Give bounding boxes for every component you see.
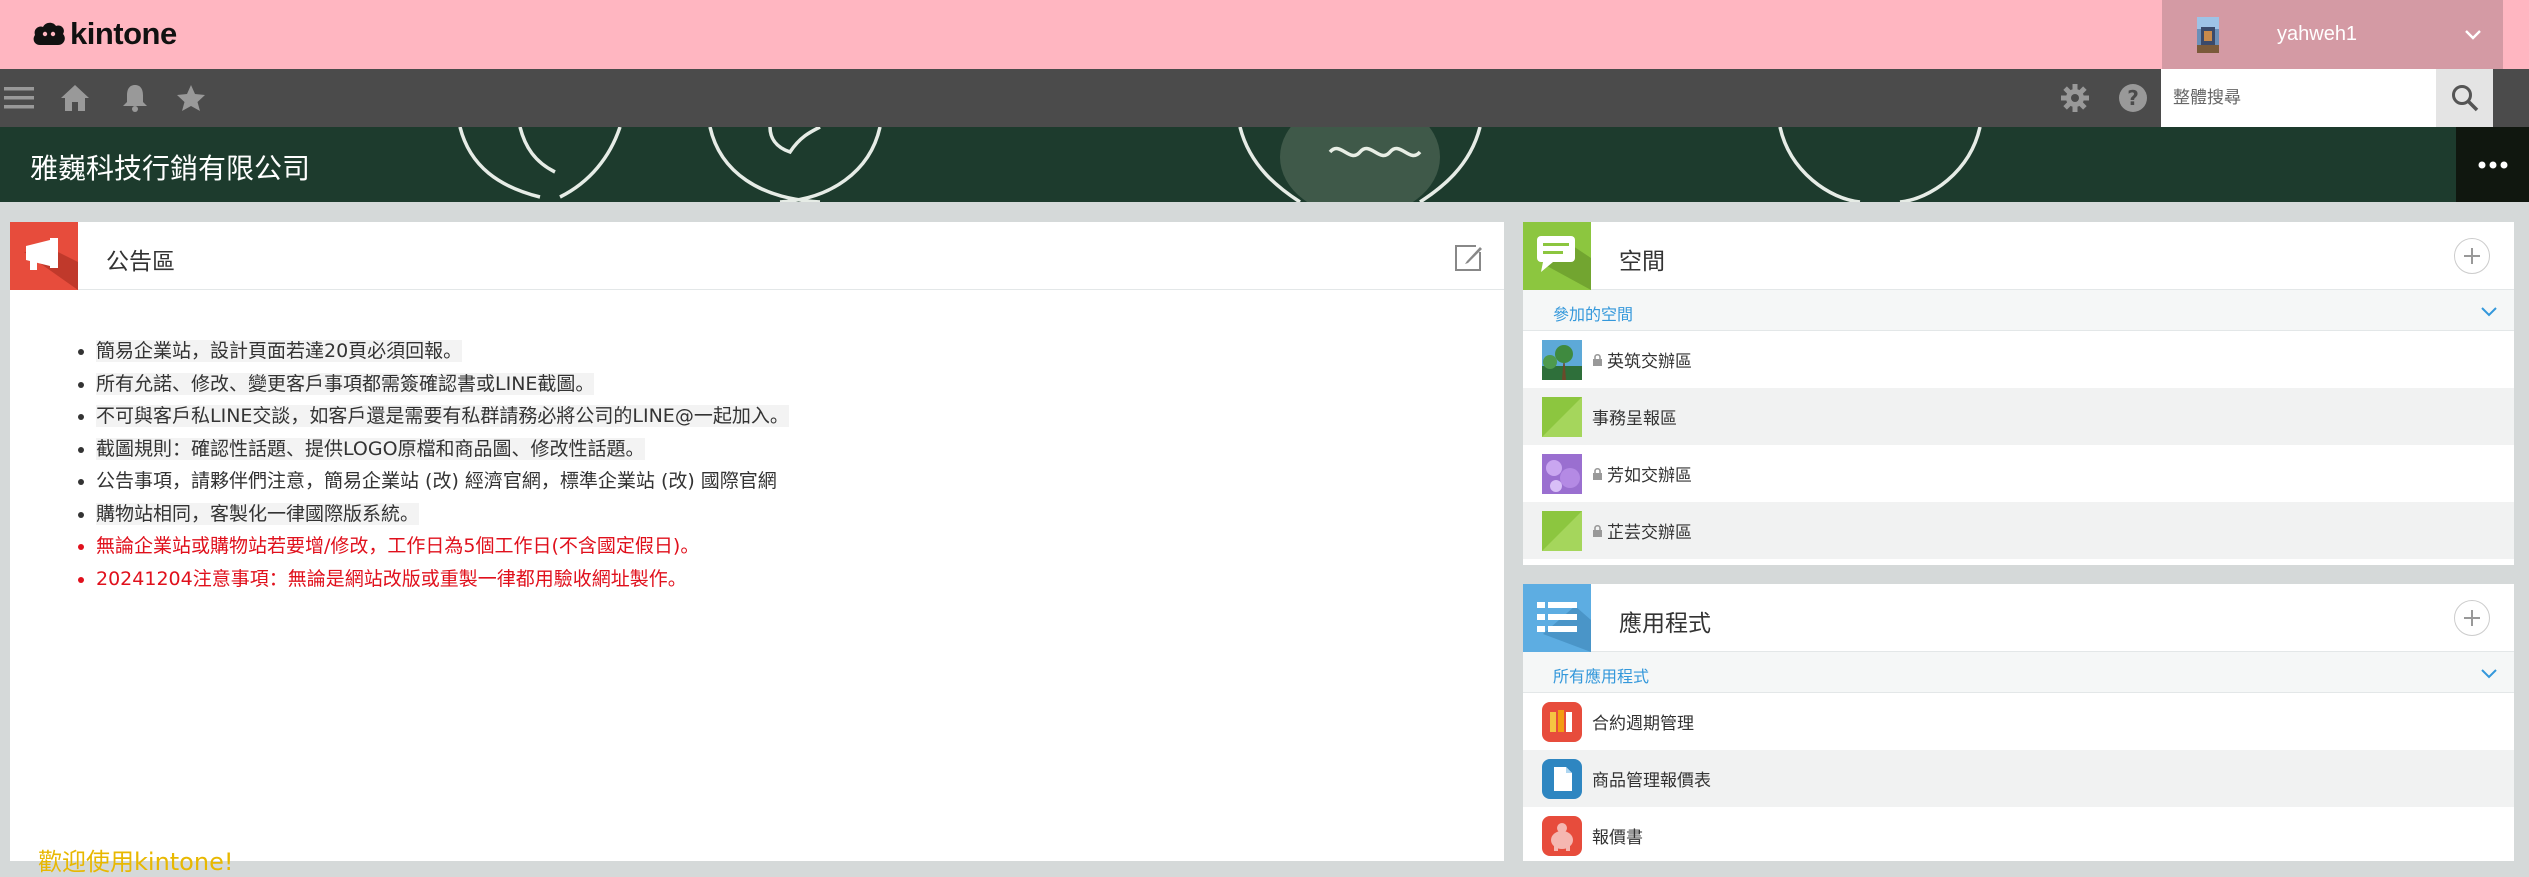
megaphone-icon <box>10 222 78 290</box>
apps-header: 應用程式 <box>1523 584 2514 652</box>
binders-icon <box>1542 701 1582 742</box>
kintone-logo[interactable]: kintone <box>32 16 177 51</box>
app-item-label: 報價書 <box>1592 828 1643 848</box>
list-item: 無論企業站或購物站若要增/修改，工作日為5個工作日(不含國定假日)。 <box>96 530 789 563</box>
announcement-panel: 公告區 簡易企業站，設計頁面若達20頁必須回報。 所有允諾、修改、變更客戶事項都… <box>10 222 1504 876</box>
announcement-header: 公告區 <box>10 222 1504 290</box>
space-thumbnail <box>1542 453 1582 494</box>
search-button[interactable] <box>2436 69 2493 127</box>
apps-filter-label: 所有應用程式 <box>1553 667 1650 686</box>
app-item-contract[interactable]: 合約週期管理 <box>1523 693 2514 750</box>
user-menu[interactable]: yahweh1 <box>2162 0 2503 69</box>
speech-bubble-icon <box>1523 222 1591 290</box>
svg-text:?: ? <box>2127 86 2139 110</box>
search-icon <box>2451 85 2478 112</box>
list-item: 購物站相同，客製化一律國際版系統。 <box>96 498 789 531</box>
lock-icon <box>1593 467 1602 480</box>
more-icon <box>2478 161 2507 168</box>
hamburger-icon[interactable] <box>4 83 34 113</box>
space-item-fangru[interactable]: 芳如交辦區 <box>1523 445 2514 502</box>
welcome-heading: 歡迎使用kintone! <box>38 848 234 876</box>
chevron-down-icon[interactable] <box>2480 302 2498 320</box>
app-item-quotation[interactable]: 報價書 <box>1523 807 2514 864</box>
user-name: yahweh1 <box>2277 23 2358 45</box>
edit-icon[interactable] <box>1454 242 1484 272</box>
avatar[interactable] <box>2197 16 2219 53</box>
list-item: 不可與客戶私LINE交談，如客戶還是需要有私群請務必將公司的LINE@一起加入。 <box>96 400 789 433</box>
announcement-list: 簡易企業站，設計頁面若達20頁必須回報。 所有允諾、修改、變更客戶事項都需簽確認… <box>96 335 789 595</box>
announcement-title: 公告區 <box>106 249 175 275</box>
chevron-down-icon[interactable] <box>2480 664 2498 682</box>
spaces-filter[interactable]: 參加的空間 <box>1523 290 2514 331</box>
search-box <box>2161 69 2436 127</box>
space-thumbnail <box>1542 510 1582 551</box>
spaces-panel: 空間 參加的空間 英筑交辦區 事務呈報區 芳如交辦區 芷芸交辦區 <box>1523 222 2514 565</box>
home-icon[interactable] <box>60 83 90 113</box>
space-item-label: 芷芸交辦區 <box>1607 523 1692 543</box>
star-icon[interactable] <box>176 83 206 113</box>
list-item: 20241204注意事項：無論是網站改版或重製一律都用驗收網址製作。 <box>96 563 789 596</box>
space-item-label: 芳如交辦區 <box>1607 466 1692 486</box>
more-menu-button[interactable] <box>2456 127 2529 202</box>
apps-title: 應用程式 <box>1619 611 1711 637</box>
cloud-logo-icon <box>33 22 65 45</box>
spaces-filter-label: 參加的空間 <box>1553 305 1634 324</box>
app-item-label: 商品管理報價表 <box>1592 771 1711 791</box>
apps-filter[interactable]: 所有應用程式 <box>1523 652 2514 693</box>
app-item-product-quote[interactable]: 商品管理報價表 <box>1523 750 2514 807</box>
space-item-yingzhu[interactable]: 英筑交辦區 <box>1523 331 2514 388</box>
lock-icon <box>1593 353 1602 366</box>
plus-icon <box>2464 248 2480 264</box>
piggy-bank-icon <box>1542 815 1582 856</box>
space-thumbnail <box>1542 339 1582 380</box>
apps-panel: 應用程式 所有應用程式 合約週期管理 商品管理報價表 報價書 <box>1523 584 2514 861</box>
bell-icon[interactable] <box>120 83 150 113</box>
app-list-icon <box>1523 584 1591 652</box>
document-icon <box>1542 758 1582 799</box>
gear-icon[interactable] <box>2060 83 2090 113</box>
logo-text: kintone <box>70 16 177 51</box>
add-space-button[interactable] <box>2454 238 2490 274</box>
space-item-zhiyun[interactable]: 芷芸交辦區 <box>1523 502 2514 559</box>
search-input[interactable] <box>2161 69 2436 127</box>
chevron-down-icon[interactable] <box>2463 24 2483 44</box>
global-header: kintone yahweh1 <box>0 0 2529 69</box>
app-item-label: 合約週期管理 <box>1592 714 1694 734</box>
space-item-label: 事務呈報區 <box>1592 409 1677 429</box>
plus-icon <box>2464 610 2480 626</box>
add-app-button[interactable] <box>2454 600 2490 636</box>
lock-icon <box>1593 524 1602 537</box>
spaces-header: 空間 <box>1523 222 2514 290</box>
space-banner: 雅巍科技行銷有限公司 <box>0 127 2529 202</box>
space-item-report[interactable]: 事務呈報區 <box>1523 388 2514 445</box>
toolbar: ? <box>0 69 2529 127</box>
list-item: 簡易企業站，設計頁面若達20頁必須回報。 <box>96 335 789 368</box>
list-item: 公告事項，請夥伴們注意，簡易企業站 (改) 經濟官網，標準企業站 (改) 國際官… <box>96 465 789 498</box>
space-title: 雅巍科技行銷有限公司 <box>30 152 311 185</box>
spaces-title: 空間 <box>1619 249 1665 275</box>
banner-lightbulb-art <box>0 127 2529 202</box>
space-thumbnail <box>1542 396 1582 437</box>
list-item: 所有允諾、修改、變更客戶事項都需簽確認書或LINE截圖。 <box>96 368 789 401</box>
help-icon[interactable]: ? <box>2118 83 2148 113</box>
list-item: 截圖規則：確認性話題、提供LOGO原檔和商品圖、修改性話題。 <box>96 433 789 466</box>
space-item-label: 英筑交辦區 <box>1607 352 1692 372</box>
